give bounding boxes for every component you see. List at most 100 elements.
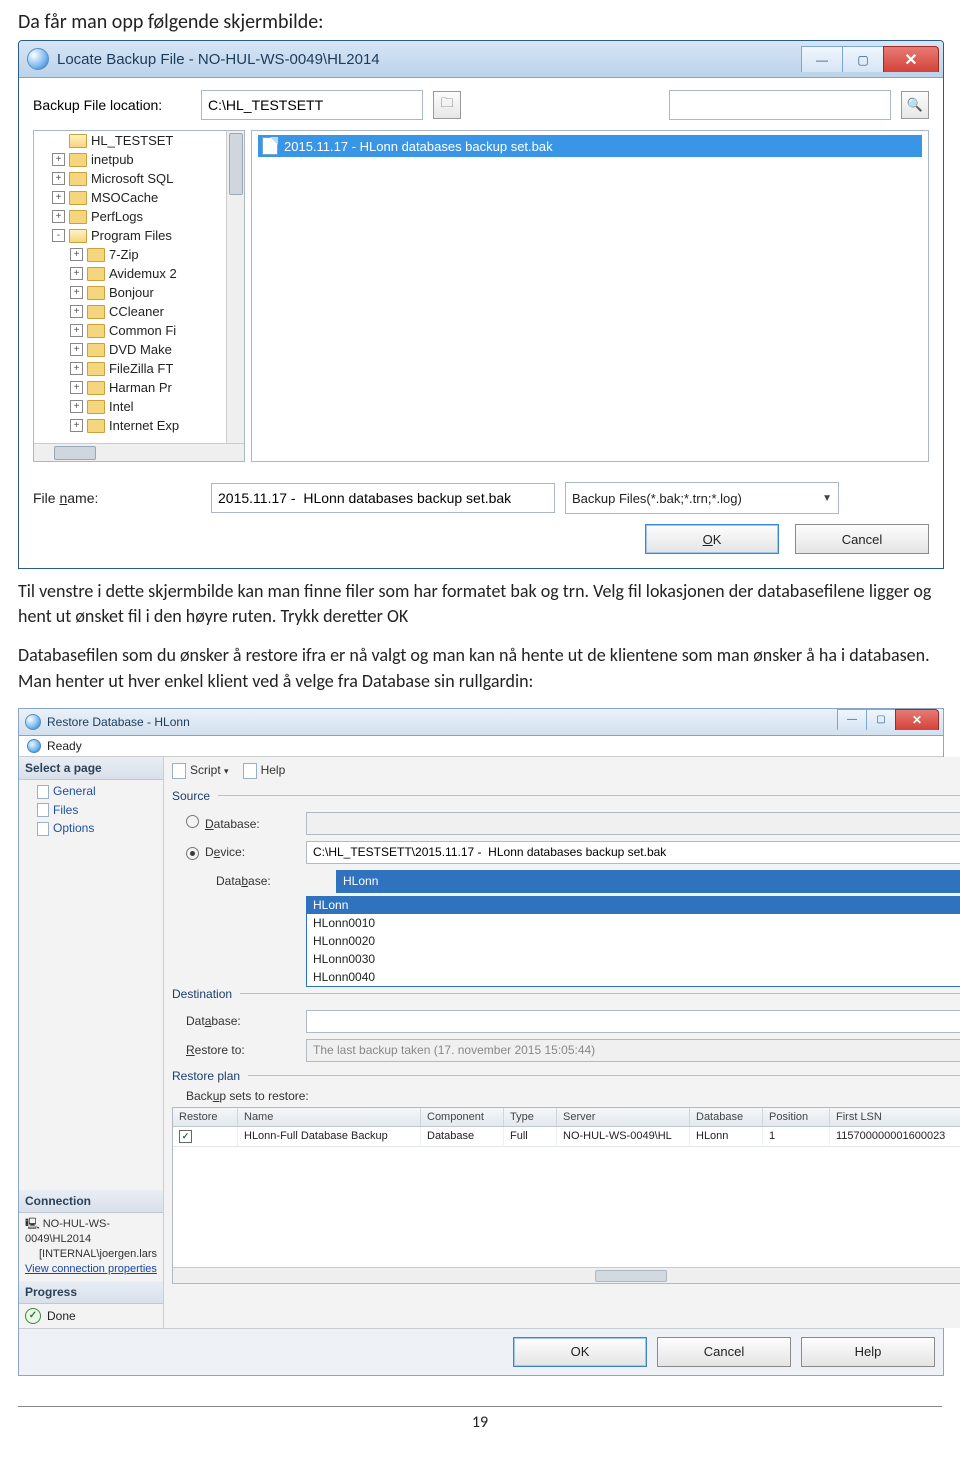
connection-properties-link[interactable]: View connection properties xyxy=(25,1262,157,1277)
grid-header-cell[interactable]: Restore xyxy=(173,1108,238,1126)
page-nav-item[interactable]: Options xyxy=(21,819,161,838)
grid-scrollbar-x[interactable] xyxy=(173,1267,960,1283)
scroll-thumb[interactable] xyxy=(595,1270,667,1282)
path-search-input[interactable] xyxy=(669,90,891,120)
grid-header-cell[interactable]: Type xyxy=(504,1108,557,1126)
dropdown-option[interactable]: HLonn0020 xyxy=(307,932,960,950)
expand-icon[interactable]: + xyxy=(70,248,83,261)
page-icon xyxy=(37,785,49,799)
expand-icon[interactable]: + xyxy=(70,286,83,299)
folder-search-icon: 🗀 xyxy=(440,94,453,116)
grid-header-cell[interactable]: Name xyxy=(238,1108,421,1126)
status-icon xyxy=(27,739,41,753)
dropdown-option[interactable]: HLonn0010 xyxy=(307,914,960,932)
expand-icon[interactable]: - xyxy=(52,229,65,242)
tree-node[interactable]: +Microsoft SQL xyxy=(34,169,244,188)
expand-icon[interactable]: + xyxy=(70,419,83,432)
dropdown-option[interactable]: HLonn0040 xyxy=(307,968,960,986)
ok-button[interactable]: OK xyxy=(645,524,779,554)
tree-node[interactable]: +Harman Pr xyxy=(34,378,244,397)
folder-tree[interactable]: HL_TESTSET+inetpub+Microsoft SQL+MSOCach… xyxy=(33,130,245,462)
page-nav-item[interactable]: Files xyxy=(21,801,161,820)
restore-checkbox[interactable]: ✓ xyxy=(179,1130,192,1143)
scroll-thumb[interactable] xyxy=(229,133,243,195)
folder-icon xyxy=(87,343,105,357)
scroll-thumb[interactable] xyxy=(54,446,96,460)
cancel-button[interactable]: Cancel xyxy=(657,1337,791,1367)
tree-node[interactable]: +7-Zip xyxy=(34,245,244,264)
browse-folder-button[interactable]: 🗀 xyxy=(433,91,461,119)
minimize-button[interactable]: — xyxy=(801,46,843,72)
help-button[interactable]: Help xyxy=(801,1337,935,1367)
maximize-button[interactable]: ▢ xyxy=(842,46,884,72)
expand-icon[interactable]: + xyxy=(70,267,83,280)
tree-node[interactable]: +Bonjour xyxy=(34,283,244,302)
expand-icon[interactable]: + xyxy=(70,381,83,394)
filter-select[interactable]: Backup Files(*.bak;*.trn;*.log)▼ xyxy=(565,482,839,514)
tree-node[interactable]: +inetpub xyxy=(34,150,244,169)
grid-header-cell[interactable]: First LSN xyxy=(830,1108,960,1126)
script-button[interactable]: Script ▾ xyxy=(172,763,229,779)
tree-node[interactable]: +Internet Exp xyxy=(34,416,244,435)
database-radio[interactable] xyxy=(186,815,199,828)
tree-scrollbar-x[interactable] xyxy=(34,443,244,461)
dest-database-select[interactable]: ▼ xyxy=(306,1010,960,1033)
filename-input[interactable] xyxy=(211,483,555,513)
file-icon xyxy=(262,137,278,155)
grid-header-cell[interactable]: Position xyxy=(763,1108,830,1126)
tree-node[interactable]: +DVD Make xyxy=(34,340,244,359)
connection-header: Connection xyxy=(19,1190,163,1213)
close-button[interactable]: ✕ xyxy=(883,46,939,72)
cancel-button[interactable]: Cancel xyxy=(795,524,929,554)
grid-cell[interactable]: ✓ xyxy=(173,1127,238,1146)
source-db-dropdown-list[interactable]: HLonnHLonn0010HLonn0020HLonn0030HLonn004… xyxy=(306,896,960,987)
tree-node[interactable]: +Avidemux 2 xyxy=(34,264,244,283)
expand-icon[interactable]: + xyxy=(52,191,65,204)
progress-text: Done xyxy=(47,1309,76,1323)
window-title: Restore Database - HLonn xyxy=(47,715,838,729)
minimize-button[interactable]: — xyxy=(837,709,867,730)
tree-node[interactable]: +FileZilla FT xyxy=(34,359,244,378)
search-button[interactable]: 🔍 xyxy=(901,91,929,119)
tree-node[interactable]: +PerfLogs xyxy=(34,207,244,226)
expand-icon[interactable]: + xyxy=(70,362,83,375)
tree-node[interactable]: +CCleaner xyxy=(34,302,244,321)
tree-node[interactable]: -Program Files xyxy=(34,226,244,245)
location-input[interactable] xyxy=(201,90,423,120)
ok-button[interactable]: OK xyxy=(513,1337,647,1367)
close-button[interactable]: ✕ xyxy=(895,709,939,730)
maximize-button[interactable]: ▢ xyxy=(866,709,896,730)
device-path-input[interactable] xyxy=(306,841,960,864)
window-title: Locate Backup File - NO-HUL-WS-0049\HL20… xyxy=(57,51,802,68)
tree-scrollbar-y[interactable] xyxy=(226,131,244,443)
tree-node[interactable]: + Intel xyxy=(34,397,244,416)
tree-node-label: Common Fi xyxy=(109,323,176,338)
grid-cell: Database xyxy=(421,1127,504,1145)
help-button[interactable]: Help xyxy=(243,763,286,779)
tree-node[interactable]: + Common Fi xyxy=(34,321,244,340)
file-name: 2015.11.17 - HLonn databases backup set.… xyxy=(284,139,553,154)
source-db-dropdown[interactable]: HLonn▼ xyxy=(336,870,960,893)
tree-node-label: Intel xyxy=(109,399,134,414)
expand-icon[interactable]: + xyxy=(52,172,65,185)
expand-icon[interactable]: + xyxy=(70,343,83,356)
page-nav-item[interactable]: General xyxy=(21,782,161,801)
expand-icon[interactable]: + xyxy=(52,210,65,223)
grid-header-cell[interactable]: Server xyxy=(557,1108,690,1126)
grid-header-cell[interactable]: Database xyxy=(690,1108,763,1126)
device-radio[interactable] xyxy=(186,847,199,860)
backup-sets-grid[interactable]: RestoreNameComponentTypeServerDatabasePo… xyxy=(172,1107,960,1284)
dropdown-option[interactable]: HLonn0030 xyxy=(307,950,960,968)
file-list[interactable]: 2015.11.17 - HLonn databases backup set.… xyxy=(251,130,929,462)
tree-node[interactable]: HL_TESTSET xyxy=(34,131,244,150)
grid-header-cell[interactable]: Component xyxy=(421,1108,504,1126)
selected-file-row[interactable]: 2015.11.17 - HLonn databases backup set.… xyxy=(258,135,922,157)
expand-icon[interactable]: + xyxy=(52,153,65,166)
caret-down-icon: ▼ xyxy=(822,493,832,504)
grid-cell: 1 xyxy=(763,1127,830,1145)
dropdown-option[interactable]: HLonn xyxy=(307,896,960,914)
tree-node[interactable]: +MSOCache xyxy=(34,188,244,207)
expand-icon[interactable]: + xyxy=(70,400,83,413)
expand-icon[interactable]: + xyxy=(70,324,83,337)
expand-icon[interactable]: + xyxy=(70,305,83,318)
